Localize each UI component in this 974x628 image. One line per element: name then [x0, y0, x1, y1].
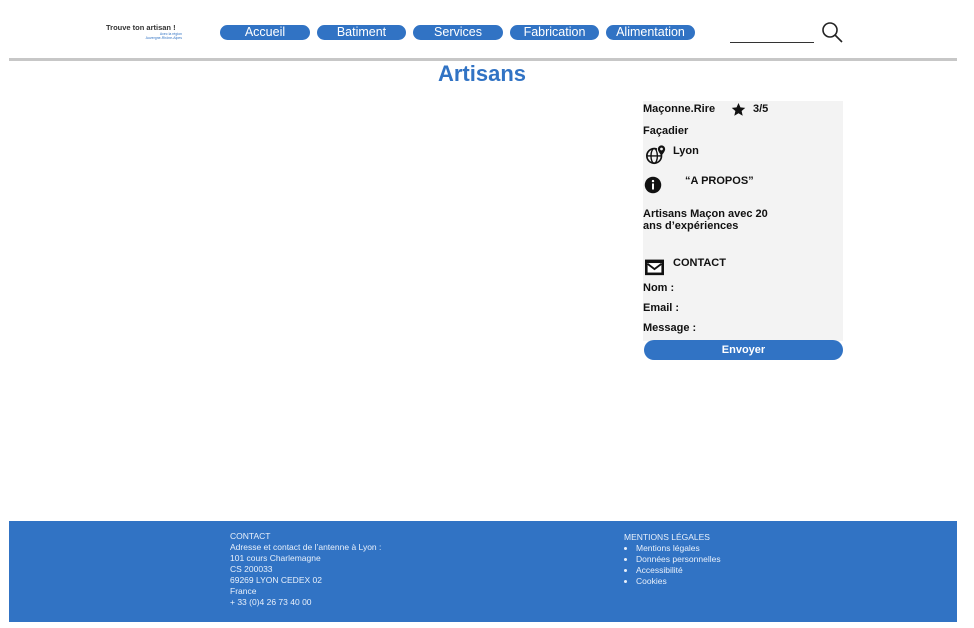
footer-contact-line: France: [230, 586, 257, 596]
contact-heading: CONTACT: [673, 257, 726, 269]
logo-title: Trouve ton artisan !: [106, 23, 176, 32]
email-field[interactable]: [689, 301, 839, 315]
footer-link-donnees[interactable]: Données personnelles: [636, 554, 824, 565]
nav-alimentation[interactable]: Alimentation: [606, 25, 695, 40]
nav-services[interactable]: Services: [413, 25, 503, 40]
info-icon: [644, 176, 662, 194]
about-text-line-1: Artisans Maçon avec 20: [643, 208, 768, 220]
send-button[interactable]: Envoyer: [644, 340, 843, 360]
logo[interactable]: Trouve ton artisan ! Avec la région Auve…: [106, 23, 186, 40]
footer-contact-line: 69269 LYON CEDEX 02: [230, 575, 322, 585]
nav-batiment[interactable]: Batiment: [317, 25, 406, 40]
nav-accueil[interactable]: Accueil: [220, 25, 310, 40]
artisan-city: Lyon: [673, 145, 699, 157]
mail-icon: [645, 259, 664, 276]
nav-fabrication[interactable]: Fabrication: [510, 25, 599, 40]
artisan-card: Maçonne.Rire 3/5 Façadier Lyon “A PROPOS…: [643, 101, 843, 341]
about-heading: “A PROPOS”: [685, 175, 754, 187]
footer-contact-line: 101 cours Charlemagne: [230, 553, 321, 563]
name-field[interactable]: [683, 281, 838, 295]
footer: CONTACT Adresse et contact de l’antenne …: [9, 521, 957, 622]
email-field-label: Email :: [643, 302, 680, 314]
logo-subtitle-2: Auvergne-Rhône-Alpes: [145, 36, 182, 40]
name-field-label: Nom :: [643, 282, 675, 294]
footer-contact-heading: CONTACT: [230, 531, 271, 541]
footer-link-mentions[interactable]: Mentions légales: [636, 543, 824, 554]
footer-contact-phone: + 33 (0)4 26 73 40 00: [230, 597, 312, 607]
footer-legal-heading: MENTIONS LÉGALES: [624, 532, 710, 542]
footer-legal-list: Mentions légales Données personnelles Ac…: [624, 543, 824, 587]
artisan-rating: 3/5: [753, 103, 769, 115]
footer-link-accessibilite[interactable]: Accessibilité: [636, 565, 824, 576]
about-text-line-2: ans d’expériences: [643, 220, 739, 232]
footer-contact: CONTACT Adresse et contact de l’antenne …: [230, 531, 470, 608]
footer-legal: MENTIONS LÉGALES Mentions légales Donnée…: [624, 532, 824, 587]
message-field-label: Message :: [643, 322, 697, 334]
star-icon: [731, 102, 746, 116]
artisan-name: Maçonne.Rire: [643, 103, 716, 115]
message-field[interactable]: [703, 321, 839, 335]
footer-link-cookies[interactable]: Cookies: [636, 576, 824, 587]
page-title: Artisans: [437, 61, 527, 86]
search-input[interactable]: [730, 42, 814, 43]
artisan-specialty: Façadier: [643, 125, 689, 137]
footer-contact-line: CS 200033: [230, 564, 273, 574]
search-icon[interactable]: [821, 21, 843, 43]
footer-contact-line: Adresse et contact de l’antenne à Lyon :: [230, 542, 382, 552]
globe-location-icon: [646, 144, 667, 165]
